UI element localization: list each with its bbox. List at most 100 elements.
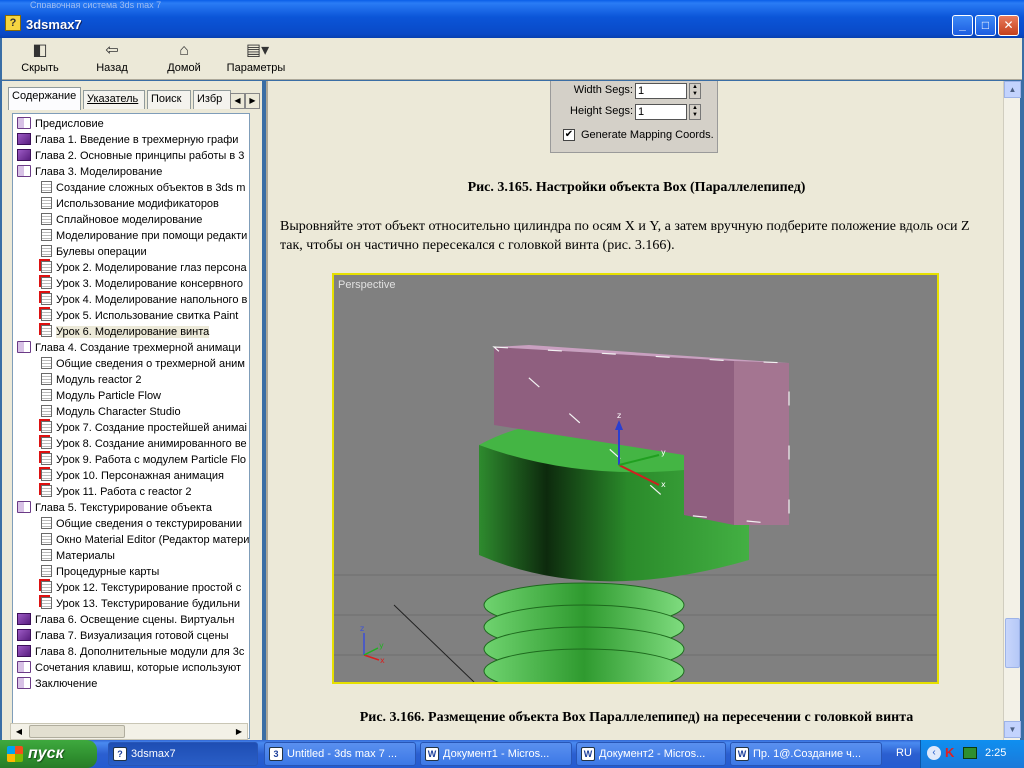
close-button[interactable]: ✕ [998,15,1019,36]
tree-topic-item[interactable]: Урок 9. Работа с модулем Particle Flo [41,453,246,468]
tree-topic-item[interactable]: Использование модификаторов [41,197,219,212]
network-icon[interactable] [963,747,977,759]
tab-index[interactable]: Указатель [83,90,145,109]
tree-chapter-item[interactable]: Глава 4. Создание трехмерной анимаци [17,341,241,356]
back-button[interactable]: ⇦ Назад [90,40,134,78]
scroll-left-icon[interactable]: ◀ [11,724,27,739]
tree-topic-item[interactable]: Общие сведения о текстурировании [41,517,242,532]
world-x-label: x [380,656,385,665]
tree-topic-item[interactable]: Урок 6. Моделирование винта [41,325,210,340]
book-open-icon [17,117,31,129]
scroll-up-icon[interactable]: ▲ [1004,81,1021,98]
help-question-icon[interactable]: ? [5,15,21,31]
tree-item-label: Глава 4. Создание трехмерной анимаци [35,342,241,354]
tree-topic-item[interactable]: Модуль Character Studio [41,405,181,420]
tree-topic-item[interactable]: Урок 7. Создание простейшей анимаі [41,421,247,436]
tree-topic-item[interactable]: Урок 12. Текстурирование простой с [41,581,241,596]
tree-chapter-item[interactable]: Глава 6. Освещение сцены. Виртуальн [17,613,234,628]
back-label: Назад [96,62,128,74]
scroll-thumb[interactable] [29,725,125,738]
mapping-label: Generate Mapping Coords. [581,129,714,141]
contents-tree[interactable]: Предисловие Глава 1. Введение в трехмерну… [12,113,250,739]
tree-item-label: Урок 4. Моделирование напольного в [56,294,248,306]
home-button[interactable]: ⌂ Домой [162,40,206,78]
scroll-down-icon[interactable]: ▼ [1004,721,1021,738]
system-tray: ‹ K 2:25 [920,740,1024,768]
tree-topic-item[interactable]: Урок 4. Моделирование напольного в [41,293,247,308]
tree-topic-item[interactable]: Окно Material Editor (Редактор матери [41,533,249,548]
tree-chapter-item[interactable]: Сочетания клавиш, которые используют [17,661,241,676]
tree-topic-item[interactable]: Материалы [41,549,115,564]
scroll-thumb[interactable] [1005,618,1020,668]
tree-item-label: Общие сведения о текстурировании [56,518,242,530]
maximize-button[interactable]: □ [975,15,996,36]
lesson-page-icon [41,581,52,593]
tree-chapter-item[interactable]: Заключение [17,677,97,692]
page-icon [41,565,52,577]
tree-item-label: Глава 3. Моделирование [35,166,163,178]
tree-topic-item[interactable]: Урок 5. Использование свитка Paint [41,309,238,324]
tree-item-label: Урок 7. Создание простейшей анимаі [56,422,247,434]
tree-topic-item[interactable]: Сплайновое моделирование [41,213,202,228]
width-segs-field[interactable]: 1 [635,83,687,99]
task-word-doc2[interactable]: W Документ2 - Micros... [576,742,726,766]
tab-favorites[interactable]: Избр [193,90,231,109]
lesson-page-icon [41,277,52,289]
tree-chapter-item[interactable]: Глава 5. Текстурирование объекта [17,501,212,516]
tree-topic-item[interactable]: Урок 2. Моделирование глаз персона [41,261,247,276]
tree-item-label: Процедурные карты [56,566,160,578]
scroll-right-icon[interactable]: ▶ [231,724,247,739]
tree-topic-item[interactable]: Урок 3. Моделирование консервного [41,277,243,292]
back-arrow-icon: ⇦ [105,42,119,59]
hide-button[interactable]: ◧ Скрыть [18,40,62,78]
tab-scroll-right-icon[interactable]: ▶ [245,93,260,109]
tree-horizontal-scrollbar[interactable]: ◀ ▶ [10,723,248,740]
tree-topic-item[interactable]: Создание сложных объектов в 3ds m [41,181,245,196]
tree-chapter-item[interactable]: Глава 8. Дополнительные модули для 3с [17,645,244,660]
tree-topic-item[interactable]: Урок 10. Персонажная анимация [41,469,224,484]
window-titlebar[interactable]: Справочная система 3ds max 7 ? 3dsmax7 _… [0,0,1024,38]
tree-chapter-item[interactable]: Глава 7. Визуализация готовой сцены [17,629,229,644]
tree-topic-item[interactable]: Общие сведения о трехмерной аним [41,357,245,372]
options-button[interactable]: ▤▾ Параметры [224,40,288,78]
windows-taskbar: пуск ? 3dsmax7 3 Untitled - 3ds max 7 ..… [0,740,1024,768]
tree-chapter-item[interactable]: Глава 1. Введение в трехмерную графи [17,133,238,148]
tree-topic-item[interactable]: Модуль Particle Flow [41,389,161,404]
book-closed-icon [17,613,31,625]
tree-topic-item[interactable]: Булевы операции [41,245,147,260]
tree-topic-item[interactable]: Процедурные карты [41,565,159,580]
tab-scroll-left-icon[interactable]: ◀ [230,93,245,109]
page-icon [41,405,52,417]
tree-topic-item[interactable]: Моделирование при помощи редакти [41,229,247,244]
tree-topic-item[interactable]: Модуль reactor 2 [41,373,141,388]
task-word-doc3[interactable]: W Пр. 1@.Создание ч... [730,742,882,766]
start-button[interactable]: пуск [0,740,97,768]
content-vertical-scrollbar[interactable]: ▲ ▼ [1003,81,1021,740]
tree-chapter-item[interactable]: Предисловие [17,117,104,132]
world-y-label: y [379,641,384,650]
language-indicator[interactable]: RU [896,747,912,759]
book-closed-icon [17,645,31,657]
tree-chapter-item[interactable]: Глава 3. Моделирование [17,165,162,180]
height-segs-spinner-icon[interactable]: ▲ ▼ [689,104,701,120]
height-segs-row: Height Segs: 1 ▲ ▼ [551,104,719,120]
width-segs-spinner-icon[interactable]: ▲ ▼ [689,83,701,99]
tab-contents[interactable]: Содержание [8,87,81,110]
task-3dsmax-untitled[interactable]: 3 Untitled - 3ds max 7 ... [264,742,416,766]
tab-search[interactable]: Поиск [147,90,191,109]
tree-topic-item[interactable]: Урок 11. Работа с reactor 2 [41,485,191,500]
mapping-checkbox[interactable]: ✔ [563,129,575,141]
tray-expand-icon[interactable]: ‹ [927,746,941,760]
tree-topic-item[interactable]: Урок 13. Текстурирование будильни [41,597,240,612]
book-open-icon [17,165,31,177]
task-word-doc1[interactable]: W Документ1 - Micros... [420,742,572,766]
antivirus-icon[interactable]: K [945,746,959,760]
task-label: 3dsmax7 [131,748,176,760]
height-segs-field[interactable]: 1 [635,104,687,120]
tree-chapter-item[interactable]: Глава 2. Основные принципы работы в 3 [17,149,244,164]
minimize-button[interactable]: _ [952,15,973,36]
tree-item-label: Урок 6. Моделирование винта [56,326,210,338]
tree-topic-item[interactable]: Урок 8. Создание анимированного ве [41,437,247,452]
tree-item-label: Урок 11. Работа с reactor 2 [56,486,192,498]
task-3dsmax7-help[interactable]: ? 3dsmax7 [108,742,258,766]
